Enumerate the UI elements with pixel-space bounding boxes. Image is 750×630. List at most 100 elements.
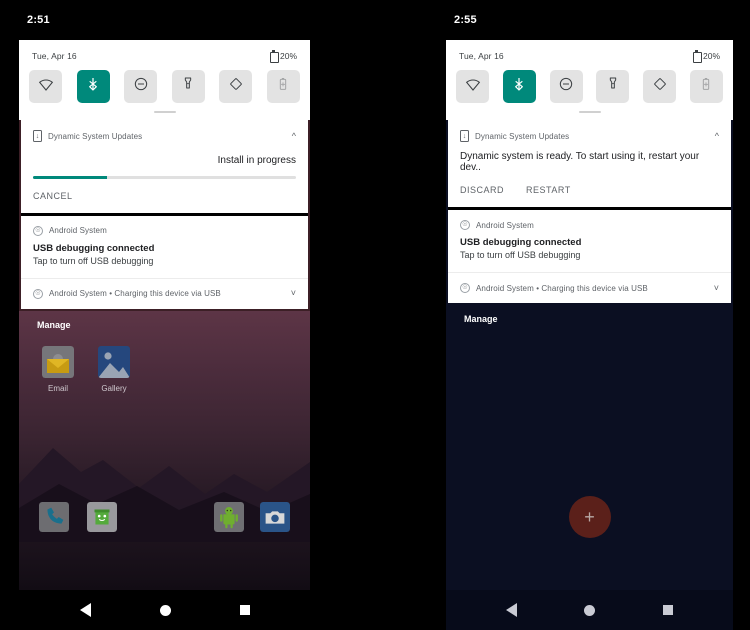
right-qs-battery: 20% [692, 50, 720, 63]
wifi-icon [465, 76, 481, 97]
left-manage-label[interactable]: Manage [19, 311, 310, 330]
android-system-icon: ☉ [460, 283, 470, 293]
right-dsu-header: ↓ Dynamic System Updates ^ [448, 120, 731, 142]
left-nav-bar [19, 590, 310, 630]
wifi-icon [38, 76, 54, 97]
right-qs-tiles [456, 70, 723, 103]
qs-tile-bluetooth[interactable] [76, 70, 110, 103]
left-qs-date: Tue, Apr 16 [32, 50, 77, 61]
right-qs-date: Tue, Apr 16 [459, 50, 504, 61]
right-notification-shade: ↓ Dynamic System Updates ^ Dynamic syste… [446, 120, 733, 305]
qs-tile-auto-rotate[interactable] [219, 70, 253, 103]
chevron-up-icon[interactable]: ^ [715, 131, 719, 141]
home-icon[interactable] [584, 604, 596, 616]
plus-icon: + [584, 507, 595, 527]
right-quick-settings-panel[interactable]: Tue, Apr 16 20% [446, 40, 733, 120]
left-qs-header: Tue, Apr 16 20% [29, 48, 300, 63]
left-dsu-cancel-button[interactable]: CANCEL [33, 191, 73, 201]
qs-tile-flashlight[interactable] [596, 70, 630, 103]
right-dsu-actions: DISCARD RESTART [448, 173, 731, 207]
android-system-icon: ☉ [33, 225, 43, 236]
right-dsu-discard-button[interactable]: DISCARD [460, 185, 504, 195]
right-nav-bar [446, 590, 733, 630]
right-usb-header: ☉ Android System [448, 210, 731, 230]
qs-tile-wifi[interactable] [456, 70, 489, 103]
battery-icon [269, 50, 279, 63]
auto-rotate-icon [652, 76, 668, 97]
right-status-bar: 2:55 [446, 0, 733, 40]
left-usb-subtitle: Tap to turn off USB debugging [33, 255, 154, 266]
auto-rotate-icon [228, 76, 244, 97]
app-gallery[interactable]: Gallery [95, 345, 133, 393]
right-notification-usb-debug[interactable]: ☉ Android System USB debugging connected… [448, 210, 731, 303]
app-gallery-label: Gallery [101, 383, 127, 393]
qs-drag-handle[interactable] [578, 111, 601, 113]
qs-tile-wifi[interactable] [29, 70, 62, 103]
android-icon [214, 502, 244, 532]
dock-app-android[interactable] [214, 502, 244, 532]
left-notification-charging[interactable]: ☉ Android System • Charging this device … [21, 279, 308, 309]
left-qs-battery-percent: 20% [279, 50, 297, 61]
left-home-screen: Manage Email Gallery [19, 310, 310, 590]
add-button[interactable]: + [568, 496, 611, 538]
qs-tile-battery-saver[interactable] [689, 70, 723, 103]
left-dock [19, 502, 310, 532]
back-icon[interactable] [79, 603, 91, 617]
qs-tile-auto-rotate[interactable] [643, 70, 677, 103]
left-dsu-header: ↓ Dynamic System Updates ^ [21, 120, 308, 142]
battery-saver-icon [698, 76, 714, 97]
camera-icon [260, 502, 290, 532]
right-manage-label[interactable]: Manage [446, 305, 733, 324]
flashlight-icon [180, 76, 196, 97]
qs-tile-bluetooth[interactable] [502, 70, 536, 103]
chevron-down-icon[interactable]: ˅ [714, 283, 719, 293]
recents-icon[interactable] [663, 605, 674, 615]
qs-drag-handle[interactable] [153, 111, 176, 113]
left-dsu-actions: CANCEL [21, 179, 308, 213]
left-quick-settings-panel[interactable]: Tue, Apr 16 20% [19, 40, 310, 120]
right-home-screen: Manage + [446, 305, 733, 590]
qs-tile-flashlight[interactable] [171, 70, 205, 103]
flashlight-icon [605, 76, 621, 97]
recents-icon[interactable] [239, 605, 250, 615]
battery-saver-icon [275, 76, 291, 97]
system-update-icon: ↓ [33, 130, 42, 142]
left-dsu-app-name: Dynamic System Updates [48, 131, 143, 141]
right-notification-dsu[interactable]: ↓ Dynamic System Updates ^ Dynamic syste… [448, 120, 731, 207]
qs-tile-do-not-disturb[interactable] [124, 70, 158, 103]
left-status-clock: 2:51 [27, 14, 50, 26]
left-usb-title: USB debugging connected [33, 242, 155, 254]
right-dsu-restart-button[interactable]: RESTART [526, 185, 571, 195]
left-dsu-status-row: Install in progress [21, 142, 308, 168]
right-notification-charging[interactable]: ☉ Android System • Charging this device … [448, 273, 731, 303]
dock-app-phone[interactable] [39, 502, 69, 532]
right-usb-title: USB debugging connected [460, 237, 582, 248]
left-usb-app-name: Android System [49, 226, 107, 235]
gallery-icon [98, 345, 130, 378]
back-icon[interactable] [505, 603, 517, 617]
qs-tile-battery-saver[interactable] [266, 70, 300, 103]
right-usb-app-name: Android System [476, 220, 534, 230]
right-usb-body: USB debugging connected Tap to turn off … [448, 230, 731, 272]
home-icon[interactable] [159, 604, 171, 616]
messaging-icon [87, 502, 117, 532]
qs-tile-do-not-disturb[interactable] [549, 70, 583, 103]
dock-app-messaging[interactable] [87, 502, 117, 532]
left-notification-usb-debug[interactable]: ☉ Android System USB debugging connected… [21, 215, 308, 309]
left-dsu-status: Install in progress [217, 155, 296, 166]
right-status-clock: 2:55 [454, 14, 477, 26]
chevron-down-icon[interactable]: ˅ [291, 289, 296, 298]
left-qs-tiles [29, 70, 300, 103]
app-email-label: Email [47, 383, 68, 393]
right-qs-battery-percent: 20% [702, 50, 720, 61]
right-dsu-app-name: Dynamic System Updates [475, 131, 570, 141]
left-usb-body: USB debugging connected Tap to turn off … [21, 236, 308, 278]
left-usb-header: ☉ Android System [21, 216, 308, 236]
chevron-up-icon[interactable]: ^ [292, 131, 296, 141]
left-notification-dsu[interactable]: ↓ Dynamic System Updates ^ Install in pr… [21, 120, 308, 213]
battery-icon [692, 50, 702, 63]
do-not-disturb-icon [558, 76, 574, 97]
dock-app-camera[interactable] [260, 502, 290, 532]
right-device-screen: 2:55 Tue, Apr 16 20% ↓ Dynamic System Up… [446, 0, 733, 630]
app-email[interactable]: Email [39, 345, 77, 393]
